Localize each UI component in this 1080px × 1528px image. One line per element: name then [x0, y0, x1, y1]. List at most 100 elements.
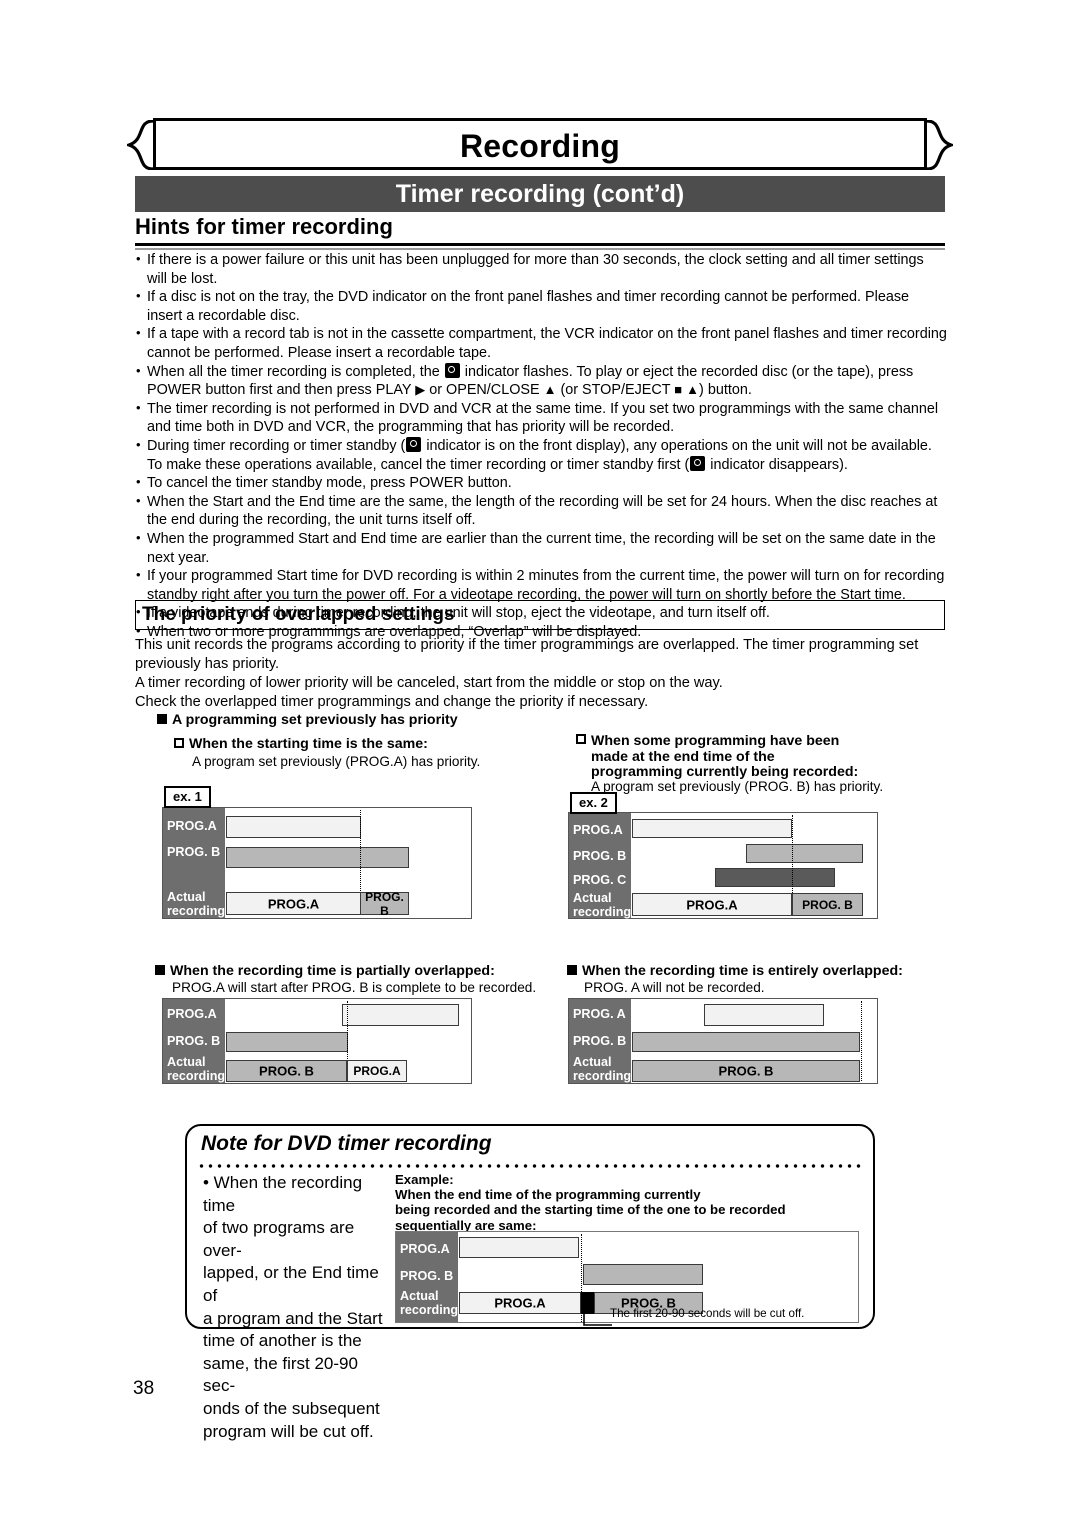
- filled-square-icon: [157, 714, 167, 724]
- note-leader-line-icon: [583, 1314, 612, 1326]
- hint-item: When all the timer recording is complete…: [135, 362, 947, 400]
- case4-row-label-0: PROG. A: [573, 1007, 626, 1021]
- case2-diagram: PROG.A PROG. B PROG. C Actual recording P…: [568, 812, 878, 919]
- case2-bar-progc: [715, 868, 835, 887]
- case4-bar-proga: [704, 1004, 824, 1026]
- case2-bar-progb: [746, 844, 863, 863]
- heading-rule-thick: [135, 243, 945, 246]
- case3-actual-seg-1: PROG.A: [347, 1060, 407, 1082]
- page-number: 38: [133, 1378, 155, 1399]
- case1-actual-seg-0: PROG.A: [226, 892, 361, 915]
- case4-row-label-1: PROG. B: [573, 1034, 627, 1048]
- note-left-line: a program and the Start: [203, 1308, 383, 1328]
- case2-actual-seg-1: PROG. B: [792, 893, 863, 916]
- priority-box-heading: The priority of overlapped settings: [135, 600, 945, 630]
- case2-actual-seg-1-label: PROG. B: [802, 897, 853, 912]
- case1-diagram: PROG.A PROG. B Actual recording PROG.A PR…: [162, 807, 472, 919]
- case2-actual-seg-0: PROG.A: [632, 893, 792, 916]
- case1-heading-text: When the starting time is the same:: [189, 736, 428, 752]
- hint-item: If a disc is not on the tray, the DVD in…: [135, 287, 947, 325]
- note-diagram: PROG.A PROG. B Actual recording PROG.A PR…: [395, 1231, 859, 1326]
- note-example-label: Example:: [395, 1172, 454, 1187]
- case4-actual-seg-0-label: PROG. B: [718, 1063, 774, 1079]
- hint-item: When the Start and the End time are the …: [135, 492, 947, 530]
- hint-item: When the programmed Start and End time a…: [135, 529, 947, 567]
- case2-heading-line1: When some programming have been: [591, 733, 840, 749]
- case2-heading-line3: programming currently being recorded:: [591, 764, 859, 780]
- note-example-line1: When the end time of the programming cur…: [395, 1187, 701, 1203]
- case3-row-label-1: PROG. B: [167, 1034, 221, 1048]
- case1-bar-proga: [226, 816, 361, 838]
- note-left-line: of two programs are over-: [203, 1218, 355, 1260]
- case3-row-label-0: PROG.A: [167, 1007, 217, 1021]
- section-title-bar: Timer recording (cont’d): [135, 176, 945, 212]
- priority-square-heading: A programming set previously has priorit…: [157, 712, 458, 728]
- hint-item: To cancel the timer standby mode, press …: [135, 473, 947, 493]
- hint-item: If your programmed Start time for DVD re…: [135, 566, 947, 604]
- note-bar-progb: [583, 1264, 703, 1285]
- hint-item: If there is a power failure or this unit…: [135, 250, 947, 288]
- case2-actual-seg-0-label: PROG.A: [686, 897, 738, 912]
- case4-diagram: PROG. A PROG. B Actual recording PROG. B: [568, 998, 878, 1084]
- note-example-text: Example: When the end time of the progra…: [395, 1172, 865, 1233]
- hint-item: During timer recording or timer standby …: [135, 436, 947, 474]
- case3-heading-text: When the recording time is partially ove…: [170, 963, 495, 979]
- filled-square-icon: [567, 965, 577, 975]
- banner-box: Recording: [153, 118, 927, 170]
- case4-bar-progb: [632, 1032, 860, 1052]
- case2-example-badge: ex. 2: [570, 792, 617, 814]
- case2-caption: A program set previously (PROG. B) has p…: [591, 779, 884, 794]
- case1-actual-seg-1: PROG. B: [360, 889, 409, 918]
- note-dotted-divider: [197, 1163, 865, 1168]
- case2-row-label-1: PROG. B: [573, 849, 627, 863]
- case3-row-label-2: Actual recording: [167, 1055, 226, 1083]
- case3-bar-progb: [226, 1032, 348, 1052]
- case3-bar-proga: [342, 1004, 459, 1026]
- note-title: Note for DVD timer recording: [201, 1132, 492, 1155]
- banner-right-brace-icon: [927, 120, 953, 170]
- case1-caption: A program set previously (PROG.A) has pr…: [192, 754, 481, 769]
- heading-rule-thin: [135, 248, 945, 250]
- case4-caption: PROG. A will not be recorded.: [584, 980, 765, 995]
- banner-left-brace-icon: [127, 120, 153, 170]
- case4-heading-text: When the recording time is entirely over…: [582, 963, 903, 979]
- hint-item: If a tape with a record tab is not in th…: [135, 324, 947, 362]
- case4-actual-seg-0: PROG. B: [632, 1060, 860, 1082]
- case1-example-badge: ex. 1: [164, 786, 211, 808]
- case2-row-label-2: PROG. C: [573, 873, 627, 887]
- note-row-label-0: PROG.A: [400, 1242, 450, 1256]
- case4-divider-line: [861, 1001, 862, 1081]
- note-left-line: same, the first 20-90 sec-: [203, 1353, 358, 1396]
- note-actual-seg-0-label: PROG.A: [494, 1295, 546, 1311]
- case3-actual-seg-0-label: PROG. B: [259, 1063, 314, 1079]
- case2-row-label-3: Actual recording: [573, 891, 632, 919]
- manual-page: Recording Timer recording (cont’d) Hints…: [0, 0, 1080, 1528]
- hints-list: If there is a power failure or this unit…: [135, 250, 947, 641]
- subsection-heading: Hints for timer recording: [135, 213, 945, 250]
- chapter-banner: Recording: [127, 118, 953, 174]
- note-left-line: lapped, or the End time of: [203, 1263, 379, 1305]
- note-box: Note for DVD timer recording • When the …: [185, 1124, 875, 1441]
- case1-bar-progb: [226, 847, 409, 868]
- case1-row-label-0: PROG.A: [167, 819, 217, 833]
- case2-heading-line2: made at the end time of the: [591, 748, 775, 765]
- case3-actual-seg-0: PROG. B: [226, 1060, 347, 1082]
- priority-square-heading-text: A programming set previously has priorit…: [172, 712, 458, 728]
- case3-heading: When the recording time is partially ove…: [155, 963, 495, 979]
- case1-actual-seg-1-label: PROG. B: [365, 889, 404, 918]
- case2-row-label-0: PROG.A: [573, 823, 623, 837]
- note-example-line2: being recorded and the starting time of …: [395, 1202, 786, 1218]
- note-cutoff-marker: [581, 1292, 594, 1314]
- case1-row-label-1: PROG. B: [167, 845, 221, 859]
- priority-paragraph-1: This unit records the programs according…: [135, 637, 919, 672]
- note-left-line: • When the recording time: [203, 1173, 363, 1215]
- case2-heading: When some programming have been made at …: [576, 733, 926, 781]
- case1-heading: When the starting time is the same:: [174, 736, 428, 752]
- case4-row-label-2: Actual recording: [573, 1055, 632, 1083]
- note-left-line: program will be cut off.: [203, 1421, 374, 1441]
- priority-paragraph-3: Check the overlapped timer programmings …: [135, 694, 649, 710]
- hint-item: The timer recording is not performed in …: [135, 399, 947, 437]
- case1-actual-seg-0-label: PROG.A: [267, 896, 320, 911]
- priority-paragraph-2: A timer recording of lower priority will…: [135, 675, 723, 691]
- case3-caption: PROG.A will start after PROG. B is compl…: [172, 980, 537, 995]
